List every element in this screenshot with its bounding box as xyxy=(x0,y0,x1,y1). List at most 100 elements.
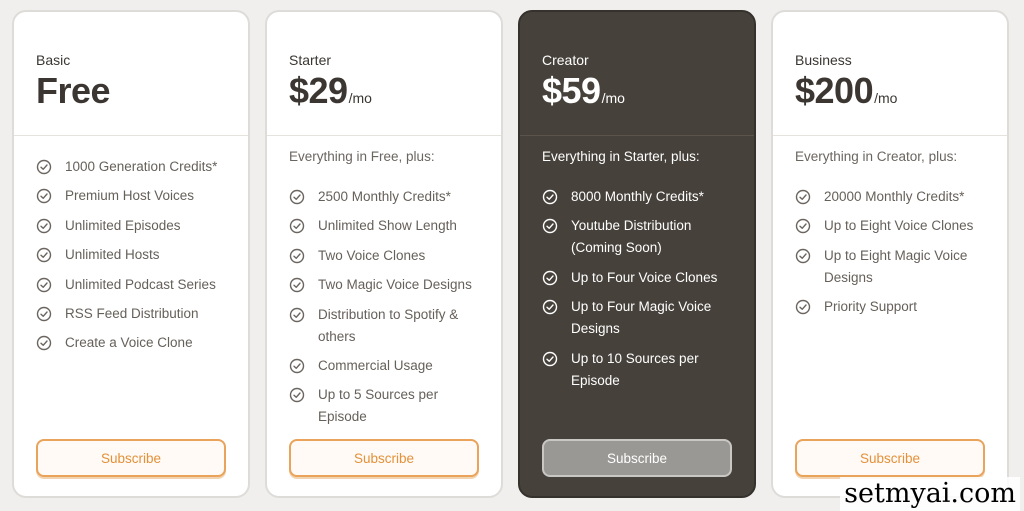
feature-text: Distribution to Spotify & others xyxy=(318,304,458,348)
feature-item: Two Voice Clones xyxy=(289,245,491,267)
feature-item: Unlimited Podcast Series xyxy=(36,274,238,296)
feature-item: Priority Support xyxy=(795,296,997,318)
check-circle-icon xyxy=(795,248,811,263)
feature-text: Unlimited Hosts xyxy=(65,244,160,266)
feature-item: Up to Eight Voice Clones xyxy=(795,215,997,237)
feature-item: Unlimited Episodes xyxy=(36,215,238,237)
feature-text: Up to 5 Sources per Episode xyxy=(318,384,438,428)
feature-text: Priority Support xyxy=(824,296,917,318)
feature-text: Unlimited Show Length xyxy=(318,215,457,237)
divider xyxy=(14,135,248,136)
feature-item: Up to Four Voice Clones xyxy=(542,267,744,289)
feature-line: Designs xyxy=(571,321,620,337)
feature-line: 8000 Monthly Credits* xyxy=(571,189,704,204)
plan-tier: Creator xyxy=(542,52,589,68)
feature-line: 1000 Generation Credits* xyxy=(65,159,218,174)
feature-text: Create a Voice Clone xyxy=(65,332,193,354)
feature-line: Unlimited Podcast Series xyxy=(65,276,216,292)
feature-line: Up to Four Magic Voice xyxy=(571,299,712,315)
plan-price: Free xyxy=(36,70,111,111)
feature-item: Two Magic Voice Designs xyxy=(289,274,491,296)
feature-line: 20000 Monthly Credits* xyxy=(824,189,965,204)
feature-text: Up to 10 Sources per Episode xyxy=(571,348,699,392)
subscribe-button[interactable]: Subscribe xyxy=(289,439,479,477)
feature-item: Unlimited Show Length xyxy=(289,215,491,237)
feature-text: 8000 Monthly Credits* xyxy=(571,186,704,208)
feature-line: Unlimited Hosts xyxy=(65,247,160,263)
feature-line: Two Magic Voice Designs xyxy=(318,277,472,293)
feature-text: Up to Four Voice Clones xyxy=(571,267,717,289)
feature-line: Unlimited Show Length xyxy=(318,218,457,234)
plan-price: $59 xyxy=(542,70,601,111)
check-circle-icon xyxy=(289,307,305,322)
feature-item: Up to Four Magic Voice Designs xyxy=(542,296,744,340)
check-circle-icon xyxy=(289,277,305,293)
feature-list: 20000 Monthly Credits* Up to Eight Voice … xyxy=(795,186,997,326)
check-circle-icon xyxy=(289,388,305,403)
plan-period: /mo xyxy=(348,90,372,106)
check-circle-icon xyxy=(795,189,811,205)
divider xyxy=(773,135,1007,136)
feature-line: Create a Voice Clone xyxy=(65,335,193,351)
plan-price: $29 xyxy=(289,70,348,111)
feature-line: (Coming Soon) xyxy=(571,240,662,256)
feature-line: Two Voice Clones xyxy=(318,247,426,263)
check-circle-icon xyxy=(289,189,305,205)
plan-period: /mo xyxy=(601,90,625,106)
feature-text: Up to Eight Voice Clones xyxy=(824,215,973,237)
feature-item: Up to Eight Magic Voice Designs xyxy=(795,245,997,289)
plan-price-row: $29 /mo xyxy=(289,70,372,112)
feature-item: Up to 5 Sources per Episode xyxy=(289,384,491,428)
feature-text: Youtube Distribution (Coming Soon) xyxy=(571,215,691,259)
plan-price-row: Free xyxy=(36,70,111,112)
feature-line: Youtube Distribution xyxy=(571,218,692,234)
plan-card-business: Business $200 /mo Everything in Creator,… xyxy=(771,10,1009,498)
feature-list: 2500 Monthly Credits* Unlimited Show Leng… xyxy=(289,186,491,436)
feature-item: Commercial Usage xyxy=(289,355,491,377)
feature-line: Up to 5 Sources per xyxy=(318,387,439,403)
feature-item: Distribution to Spotify & others xyxy=(289,304,491,348)
feature-line: RSS Feed Distribution xyxy=(65,305,199,321)
pricing-plans: Basic Free 1000 Generation Credits* Premi… xyxy=(0,0,1024,511)
feature-text: Up to Four Magic Voice Designs xyxy=(571,296,711,340)
check-circle-icon xyxy=(36,336,52,351)
feature-item: 20000 Monthly Credits* xyxy=(795,186,997,208)
feature-text: RSS Feed Distribution xyxy=(65,303,199,325)
feature-line: Up to Eight Voice Clones xyxy=(824,218,974,234)
feature-text: 1000 Generation Credits* xyxy=(65,156,217,178)
check-circle-icon xyxy=(795,299,811,315)
feature-line: Distribution to Spotify & xyxy=(318,306,459,322)
check-circle-icon xyxy=(36,306,52,322)
feature-item: Youtube Distribution (Coming Soon) xyxy=(542,215,744,259)
feature-line: others xyxy=(318,328,356,344)
plan-intro: Everything in Starter, plus: xyxy=(542,149,700,164)
feature-item: Premium Host Voices xyxy=(36,185,238,207)
feature-line: Premium Host Voices xyxy=(65,188,195,204)
feature-text: Commercial Usage xyxy=(318,355,433,377)
plan-card-creator: Creator $59 /mo Everything in Starter, p… xyxy=(518,10,756,498)
feature-item: RSS Feed Distribution xyxy=(36,303,238,325)
feature-item: Up to 10 Sources per Episode xyxy=(542,348,744,392)
plan-tier: Business xyxy=(795,52,852,68)
check-circle-icon xyxy=(542,189,558,205)
plan-price: $200 xyxy=(795,70,874,111)
subscribe-button[interactable]: Subscribe xyxy=(36,439,226,477)
feature-item: Create a Voice Clone xyxy=(36,332,238,354)
feature-item: 1000 Generation Credits* xyxy=(36,156,238,178)
plan-card-starter: Starter $29 /mo Everything in Free, plus… xyxy=(265,10,503,498)
subscribe-button[interactable]: Subscribe xyxy=(795,439,985,477)
divider xyxy=(267,135,501,136)
check-circle-icon xyxy=(289,219,305,234)
subscribe-button[interactable]: Subscribe xyxy=(542,439,732,477)
check-circle-icon xyxy=(542,299,558,315)
feature-text: Unlimited Episodes xyxy=(65,215,181,237)
check-circle-icon xyxy=(289,358,305,374)
divider xyxy=(520,135,754,136)
check-circle-icon xyxy=(542,219,558,234)
feature-line: Episode xyxy=(571,372,620,388)
plan-price-row: $59 /mo xyxy=(542,70,625,112)
plan-card-basic: Basic Free 1000 Generation Credits* Premi… xyxy=(12,10,250,498)
feature-line: Up to 10 Sources per xyxy=(571,350,699,366)
plan-intro: Everything in Free, plus: xyxy=(289,149,435,164)
check-circle-icon xyxy=(289,248,305,263)
